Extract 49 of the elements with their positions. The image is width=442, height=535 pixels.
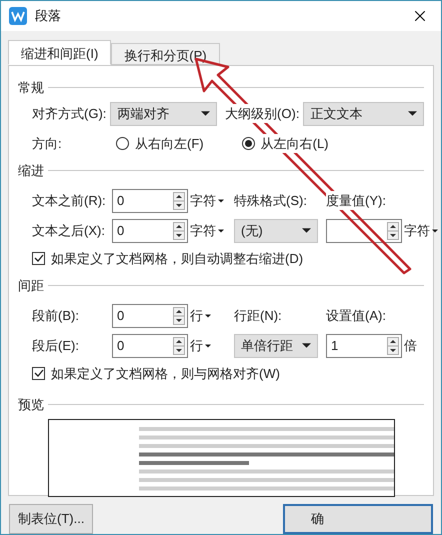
unit-label[interactable]: 字符 [190,190,216,210]
caret-icon [205,314,211,318]
unit-label: 倍 [404,336,417,355]
caret-icon [201,111,210,116]
number-field[interactable]: 0 [112,304,188,328]
unit-label[interactable]: 行 [190,336,203,356]
tab[interactable]: 缩进和间距(I) [8,40,112,65]
caret-icon [408,111,417,116]
dropdown[interactable]: 正文文本 [303,102,424,126]
caret-icon [218,198,224,202]
dialog-button[interactable]: 制表位(T)... [9,504,94,534]
window-title: 段落 [35,7,62,26]
radio-button[interactable] [242,136,255,150]
app-logo-icon [9,7,27,25]
caret-icon [432,228,438,232]
checkbox-label: 如果定义了文档网格，则自动调整右缩进(D) [51,250,304,268]
section-heading: 间距 [18,277,44,295]
caret-icon [218,228,224,232]
number-field[interactable]: 0 [112,218,188,242]
dropdown[interactable]: 单倍行距 [234,334,318,358]
caret-icon [302,228,311,233]
stepper-icon [173,336,185,354]
number-field[interactable]: 0 [112,188,188,212]
checkbox[interactable] [32,252,45,265]
stepper-icon [387,336,399,354]
field-label: 度量值(Y): [326,190,386,210]
stepper-icon [173,192,185,210]
unit-label[interactable]: 行 [190,306,203,326]
unit-label[interactable]: 字符 [190,220,216,240]
stepper-icon [387,222,399,240]
number-field[interactable]: 0 [112,334,188,358]
caret-icon [205,344,211,348]
caret-icon [302,343,311,348]
number-field[interactable]: 1 [326,334,402,358]
section-heading: 预览 [18,396,44,414]
radio-label: 从左向右(L) [260,134,328,153]
checkbox-label: 如果定义了文档网格，则与网格对齐(W) [51,364,280,383]
stepper-icon [173,306,185,324]
unit-label[interactable]: 字符 [404,220,430,240]
dialog-button[interactable]: 确 [283,504,433,534]
checkbox[interactable] [32,366,45,380]
field-label: 大纲级别(O): [225,104,300,124]
dropdown[interactable]: (无) [234,218,318,242]
dropdown[interactable]: 两端对齐 [110,102,218,126]
section-heading: 缩进 [18,162,44,180]
radio-button[interactable] [116,136,129,150]
number-field[interactable] [326,218,402,242]
stepper-icon [173,222,185,240]
section-heading: 常规 [18,79,44,97]
